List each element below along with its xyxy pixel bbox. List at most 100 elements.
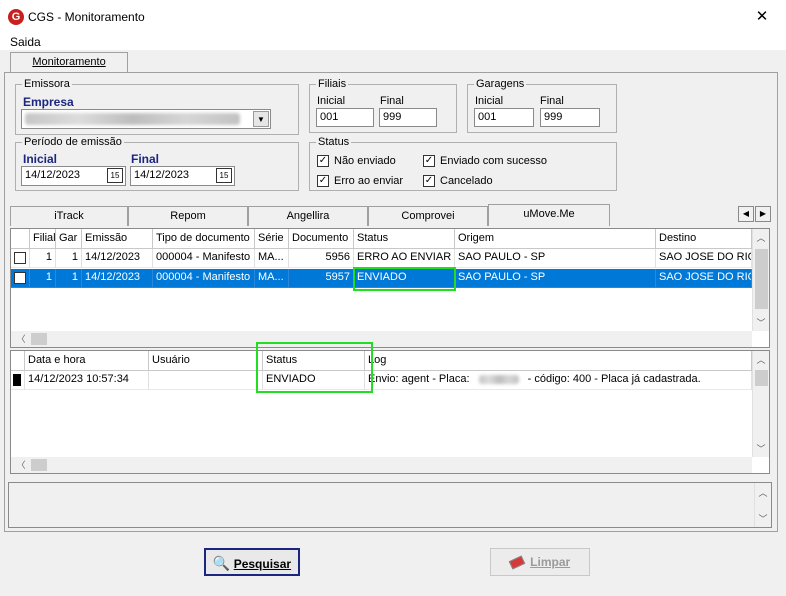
cell-origem: SAO PAULO - SP [455,249,656,268]
column-header-gar[interactable]: Gar [56,229,82,249]
log-vertical-scrollbar[interactable]: ︿ ﹀ [752,351,769,457]
documents-horizontal-scrollbar[interactable]: 〈 [11,331,752,347]
column-header-usuario[interactable]: Usuário [149,351,263,371]
limpar-button[interactable]: Limpar [490,548,590,576]
scroll-up-icon[interactable]: ︿ [753,352,769,368]
tab-itrack[interactable]: iTrack [10,206,128,226]
tab-umove-me[interactable]: uMove.Me [488,204,610,226]
cell-origem: SAO PAULO - SP [455,269,656,288]
tab-monitoramento-label: Monitoramento [32,56,106,68]
eraser-icon [508,555,526,570]
checkbox-nao-enviado-label: Não enviado [334,155,396,167]
cell-filial: 1 [30,269,56,288]
scrollbar-thumb[interactable] [31,459,47,471]
scroll-down-icon[interactable]: ﹀ [753,441,769,457]
checkbox-enviado-sucesso-label: Enviado com sucesso [440,155,547,167]
checkbox-erro-enviar[interactable]: ✓ [317,175,329,187]
filiais-final-input[interactable]: 999 [379,108,437,127]
filiais-final-label: Final [380,95,404,107]
documents-vertical-scrollbar[interactable]: ︿ ﹀ [752,229,769,331]
checkbox-cancelado-label: Cancelado [440,175,493,187]
scroll-left-icon[interactable]: 〈 [13,331,29,347]
cell-documento: 5957 [289,269,354,288]
row-checkbox-cell[interactable] [11,269,30,288]
scroll-down-icon[interactable]: ﹀ [755,511,771,527]
column-header-log[interactable]: Log [365,351,752,371]
column-header-emissao[interactable]: Emissão [82,229,153,249]
periodo-inicial-input[interactable]: 14/12/2023 15 [21,166,126,186]
scroll-down-icon[interactable]: ﹀ [753,315,769,331]
column-header-data-hora[interactable]: Data e hora [25,351,149,371]
column-header-indicator [11,351,25,371]
periodo-final-input[interactable]: 14/12/2023 15 [130,166,235,186]
placa-redacted [478,374,519,384]
tab-angellira[interactable]: Angellira [248,206,368,226]
cell-destino: SAO JOSE DO RIO [656,269,752,288]
column-header-filial[interactable]: Filial [30,229,56,249]
row-indicator-cell [11,371,25,390]
calendar-icon[interactable]: 15 [107,168,123,183]
tab-scroll-right-icon[interactable]: ▶ [755,206,771,222]
column-header-status[interactable]: Status [354,229,455,249]
scrollbar-thumb[interactable] [755,249,768,309]
scrollbar-thumb[interactable] [755,370,768,386]
row-checkbox[interactable] [14,272,26,284]
garagens-final-input[interactable]: 999 [540,108,600,127]
scroll-left-icon[interactable]: 〈 [13,457,29,473]
log-suffix: - código: 400 - Placa já cadastrada. [527,373,701,385]
garagens-inicial-label: Inicial [475,95,504,107]
limpar-label: Limpar [530,555,571,569]
tab-repom[interactable]: Repom [128,206,248,226]
log-prefix: Envio: agent - Placa: [368,373,470,385]
periodo-inicial-label: Inicial [23,152,58,166]
status-highlight-box [353,267,456,291]
cell-gar: 1 [56,269,82,288]
tab-scroll-left-icon[interactable]: ◀ [738,206,754,222]
periodo-final-label: Final [131,152,160,166]
column-header-select [11,229,30,249]
periodo-legend: Período de emissão [24,136,122,148]
menu-item-saida[interactable]: Saida [10,35,41,49]
row-indicator-icon [13,374,21,386]
row-checkbox-cell[interactable] [11,249,30,268]
pesquisar-button[interactable]: 🔍 Pesquisar [204,548,300,576]
calendar-icon[interactable]: 15 [216,168,232,183]
cell-data-hora: 14/12/2023 10:57:34 [25,371,149,390]
cell-destino: SAO JOSE DO RIO [656,249,752,268]
periodo-inicial-value: 14/12/2023 [25,169,81,181]
filiais-inicial-input[interactable]: 001 [316,108,374,127]
row-checkbox[interactable] [14,252,26,264]
chevron-down-icon[interactable]: ▼ [253,111,269,127]
log-grid: Data e hora Usuário Status Log 14/12/202… [10,350,770,474]
scroll-up-icon[interactable]: ︿ [755,485,771,501]
checkbox-cancelado[interactable]: ✓ [423,175,435,187]
checkbox-enviado-sucesso[interactable]: ✓ [423,155,435,167]
cell-emissao: 14/12/2023 [82,269,153,288]
garagens-final-label: Final [540,95,564,107]
cell-serie: MA... [255,269,289,288]
tab-monitoramento[interactable]: Monitoramento [10,52,128,72]
column-header-origem[interactable]: Origem [455,229,656,249]
log-horizontal-scrollbar[interactable]: 〈 [11,457,752,473]
empresa-value-redacted [25,113,240,125]
garagens-inicial-input[interactable]: 001 [474,108,534,127]
checkbox-nao-enviado[interactable]: ✓ [317,155,329,167]
column-header-documento[interactable]: Documento [289,229,354,249]
column-header-destino[interactable]: Destino [656,229,752,249]
scrollbar-thumb[interactable] [31,333,47,345]
cell-emissao: 14/12/2023 [82,249,153,268]
close-button[interactable]: ✕ [752,8,772,26]
window-title: CGS - Monitoramento [28,10,145,24]
empresa-select[interactable]: ▼ [21,109,271,129]
filiais-inicial-label: Inicial [317,95,346,107]
column-header-serie[interactable]: Série [255,229,289,249]
app-logo-icon: G [8,9,24,25]
tab-comprovei[interactable]: Comprovei [368,206,488,226]
cell-log: Envio: agent - Placa: - código: 400 - Pl… [365,371,752,390]
memo-vertical-scrollbar[interactable]: ︿ ﹀ [754,483,771,527]
message-memo[interactable]: ︿ ﹀ [8,482,772,528]
status-filter-legend: Status [318,136,350,148]
checkbox-erro-enviar-label: Erro ao enviar [334,175,404,187]
column-header-tipo-documento[interactable]: Tipo de documento [153,229,255,249]
scroll-up-icon[interactable]: ︿ [753,230,769,246]
